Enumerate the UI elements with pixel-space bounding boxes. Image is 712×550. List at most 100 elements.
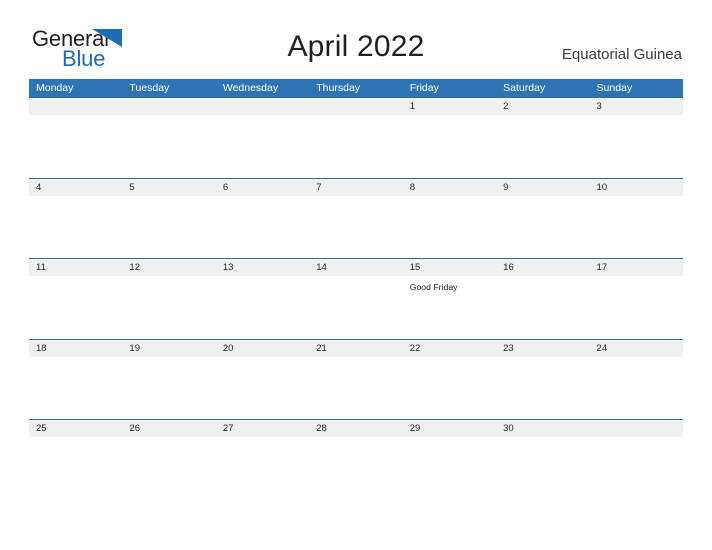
day-event-cell[interactable] bbox=[496, 115, 589, 177]
day-cell[interactable] bbox=[122, 98, 215, 115]
day-number: 8 bbox=[409, 181, 415, 193]
day-cell[interactable]: 30 bbox=[496, 420, 589, 437]
day-event-cell[interactable] bbox=[309, 276, 402, 338]
country-label: Equatorial Guinea bbox=[561, 46, 682, 63]
day-event-cell[interactable] bbox=[590, 437, 683, 499]
day-event-cell[interactable] bbox=[590, 357, 683, 419]
day-number: 24 bbox=[596, 342, 608, 354]
day-event-cell[interactable] bbox=[496, 276, 589, 338]
day-event-cell[interactable]: Good Friday bbox=[403, 276, 496, 338]
day-number: 14 bbox=[316, 262, 327, 273]
day-cell[interactable] bbox=[216, 98, 309, 115]
day-number: 12 bbox=[129, 262, 140, 273]
day-cell[interactable]: 2 bbox=[496, 98, 589, 115]
weekday-tuesday: Tuesday bbox=[129, 82, 170, 94]
day-event-cell[interactable] bbox=[29, 115, 122, 177]
day-number: 19 bbox=[129, 342, 140, 354]
calendar-page: General Blue April 2022 Equatorial Guine… bbox=[0, 0, 712, 550]
day-cell[interactable]: 9 bbox=[496, 179, 589, 196]
day-cell[interactable]: 1 bbox=[403, 98, 496, 115]
day-cell[interactable]: 26 bbox=[122, 420, 215, 437]
day-cell[interactable]: 16 bbox=[496, 259, 589, 276]
day-number: 9 bbox=[503, 181, 509, 193]
day-event-cell[interactable] bbox=[216, 437, 309, 499]
day-cell[interactable]: 15 bbox=[403, 259, 496, 276]
day-number: 27 bbox=[222, 423, 234, 434]
day-number: 2 bbox=[503, 101, 509, 112]
day-cell[interactable]: 4 bbox=[29, 179, 122, 196]
day-number: 18 bbox=[36, 342, 47, 354]
day-event-cell[interactable] bbox=[122, 276, 215, 338]
day-event-cell[interactable] bbox=[590, 115, 683, 177]
day-cell[interactable]: 25 bbox=[29, 420, 122, 437]
day-event-cell[interactable] bbox=[403, 196, 496, 258]
day-number: 3 bbox=[596, 101, 602, 112]
day-event-cell[interactable] bbox=[403, 437, 496, 499]
week-date-band: 1 2 3 bbox=[29, 98, 683, 115]
day-event-cell[interactable] bbox=[216, 276, 309, 338]
day-event-cell[interactable] bbox=[496, 357, 589, 419]
day-cell[interactable]: 19 bbox=[122, 340, 215, 357]
day-cell[interactable]: 22 bbox=[403, 340, 496, 357]
day-event-cell[interactable] bbox=[122, 357, 215, 419]
day-number: 23 bbox=[503, 342, 514, 354]
day-event-cell[interactable] bbox=[29, 276, 122, 338]
week-date-band: 4 5 6 7 8 9 10 bbox=[29, 178, 683, 196]
day-event-cell[interactable] bbox=[29, 437, 122, 499]
day-cell[interactable]: 6 bbox=[216, 179, 309, 196]
day-event-cell[interactable] bbox=[496, 196, 589, 258]
day-cell[interactable]: 12 bbox=[122, 259, 215, 276]
week-date-band: 18 19 20 21 22 23 24 bbox=[29, 339, 683, 357]
day-cell[interactable]: 3 bbox=[590, 98, 683, 115]
day-cell[interactable] bbox=[29, 98, 122, 115]
day-cell[interactable]: 13 bbox=[216, 259, 309, 276]
day-cell[interactable]: 10 bbox=[590, 179, 683, 196]
day-cell[interactable]: 21 bbox=[309, 340, 402, 357]
day-event-cell[interactable] bbox=[309, 357, 402, 419]
day-cell[interactable]: 14 bbox=[309, 259, 402, 276]
day-event-cell[interactable] bbox=[122, 196, 215, 258]
day-cell[interactable]: 18 bbox=[29, 340, 122, 357]
day-number: 1 bbox=[409, 101, 415, 112]
day-cell[interactable]: 24 bbox=[590, 340, 683, 357]
day-cell[interactable]: 7 bbox=[309, 179, 402, 196]
day-cell[interactable]: 29 bbox=[403, 420, 496, 437]
weekday-saturday: Saturday bbox=[503, 82, 546, 94]
day-event-cell[interactable] bbox=[309, 437, 402, 499]
day-cell[interactable]: 27 bbox=[216, 420, 309, 437]
day-cell[interactable]: 17 bbox=[590, 259, 683, 276]
day-event-cell[interactable] bbox=[496, 437, 589, 499]
week-event-band bbox=[29, 437, 683, 499]
day-cell[interactable]: 28 bbox=[309, 420, 402, 437]
day-number: 10 bbox=[596, 181, 608, 193]
day-event-cell[interactable] bbox=[216, 196, 309, 258]
day-number: 29 bbox=[409, 423, 421, 434]
day-cell[interactable] bbox=[590, 420, 683, 437]
day-event-cell[interactable] bbox=[590, 276, 683, 338]
weekday-thursday: Thursday bbox=[316, 82, 361, 94]
day-event-cell[interactable] bbox=[403, 115, 496, 177]
week-event-band bbox=[29, 115, 683, 177]
weekday-header-row: Monday Tuesday Wednesday Thursday Friday… bbox=[29, 79, 683, 97]
day-number: 17 bbox=[596, 262, 608, 273]
day-event-cell[interactable] bbox=[309, 115, 402, 177]
day-number: 4 bbox=[36, 181, 42, 193]
day-event-cell[interactable] bbox=[122, 115, 215, 177]
day-event-cell[interactable] bbox=[122, 437, 215, 499]
day-event-cell[interactable] bbox=[29, 357, 122, 419]
day-cell[interactable]: 8 bbox=[403, 179, 496, 196]
day-event-cell[interactable] bbox=[29, 196, 122, 258]
day-cell[interactable]: 5 bbox=[122, 179, 215, 196]
day-cell[interactable] bbox=[309, 98, 402, 115]
day-event-cell[interactable] bbox=[403, 357, 496, 419]
day-event-cell[interactable] bbox=[216, 357, 309, 419]
day-cell[interactable]: 23 bbox=[496, 340, 589, 357]
day-event-cell[interactable] bbox=[216, 115, 309, 177]
day-event-cell[interactable] bbox=[309, 196, 402, 258]
day-event-cell[interactable] bbox=[590, 196, 683, 258]
day-cell[interactable]: 20 bbox=[216, 340, 309, 357]
day-number: 6 bbox=[222, 181, 229, 193]
day-number: 16 bbox=[503, 262, 514, 273]
week-event-band: Good Friday bbox=[29, 276, 683, 338]
day-cell[interactable]: 11 bbox=[29, 259, 122, 276]
